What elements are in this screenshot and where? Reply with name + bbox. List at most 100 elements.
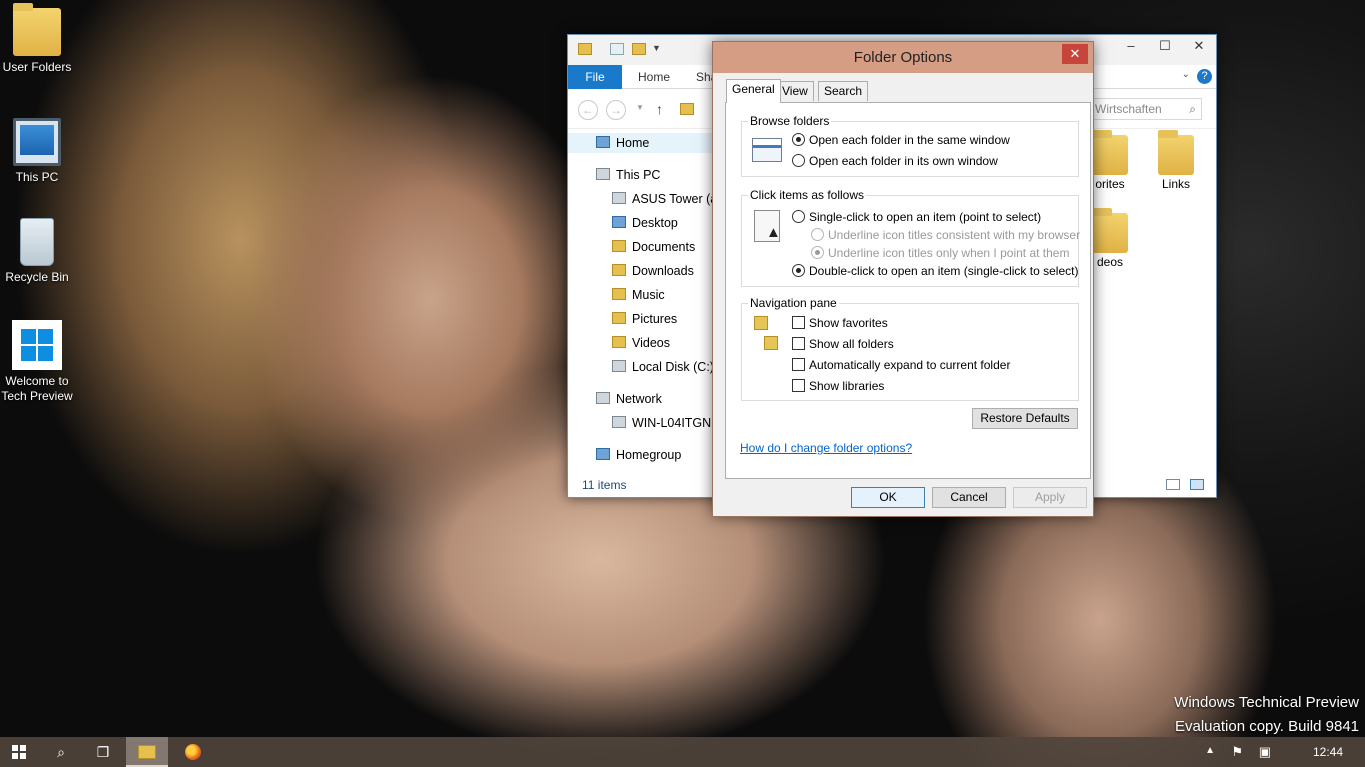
close-icon[interactable]: ✕	[1062, 44, 1088, 64]
homegroup-icon	[596, 448, 610, 460]
nav-home[interactable]: Home	[568, 133, 714, 153]
windows-logo-icon	[12, 320, 62, 370]
nav-network[interactable]: Network	[596, 389, 662, 409]
navigation-pane: Home This PC ASUS Tower (as Desktop Docu…	[568, 131, 723, 471]
up-arrow-icon[interactable]: ↑	[656, 101, 663, 117]
search-input[interactable]: Wirtschaften	[1090, 98, 1202, 120]
new-folder-icon[interactable]	[632, 43, 646, 55]
clock[interactable]: 12:44	[1313, 737, 1343, 767]
links-folder-icon	[1158, 130, 1194, 175]
show-hidden-icons-icon[interactable]: ▲	[1205, 745, 1215, 756]
taskbar-firefox[interactable]	[174, 737, 212, 767]
nav-this-pc[interactable]: This PC	[596, 165, 660, 185]
videos-folder-icon	[1092, 208, 1128, 253]
network-icon	[596, 392, 610, 404]
details-view-icon[interactable]	[1166, 479, 1180, 490]
click-items-title: Click items as follows	[748, 188, 867, 202]
radio-underline-point[interactable]: Underline icon titles only when I point …	[811, 245, 1069, 261]
item-count: 11 items	[582, 478, 627, 492]
task-view-icon: ❐	[96, 744, 110, 760]
windows-logo-icon	[12, 745, 26, 759]
recent-locations-icon[interactable]: ▼	[636, 103, 644, 112]
forward-button[interactable]: →	[606, 100, 626, 120]
taskbar-file-explorer[interactable]	[126, 737, 168, 767]
radio-single-click[interactable]: Single-click to open an item (point to s…	[792, 209, 1041, 225]
nav-desktop[interactable]: Desktop	[612, 213, 678, 233]
radio-same-window[interactable]: Open each folder in the same window	[792, 132, 1010, 148]
help-icon[interactable]: ?	[1197, 69, 1212, 84]
tab-general[interactable]: General	[726, 79, 781, 103]
action-center-flag-icon[interactable]: ⚑	[1231, 744, 1243, 760]
radio-icon	[792, 210, 805, 223]
user-folder-icon	[13, 3, 61, 56]
desktop-icon-label: Welcome to Tech Preview	[1, 374, 73, 403]
checkbox-icon	[792, 379, 805, 392]
click-items-group: Click items as follows ▲ Single-click to…	[741, 188, 1080, 287]
close-button[interactable]: ✕	[1182, 35, 1216, 57]
tab-file[interactable]: File	[568, 65, 622, 89]
navigation-pane-title: Navigation pane	[748, 296, 839, 310]
folder-options-dialog[interactable]: Folder Options ✕ General View Search Bro…	[712, 41, 1094, 517]
maximize-button[interactable]: ☐	[1148, 35, 1182, 57]
firefox-icon	[185, 744, 201, 760]
nav-homegroup[interactable]: Homegroup	[596, 445, 681, 465]
nav-videos[interactable]: Videos	[612, 333, 670, 353]
nav-asus-tower[interactable]: ASUS Tower (as	[612, 189, 723, 209]
checkbox-icon	[792, 316, 805, 329]
content-item-links[interactable]: Links	[1146, 130, 1206, 191]
videos-folder-icon	[612, 336, 626, 348]
nav-win-host[interactable]: WIN-L04ITGNF	[612, 413, 719, 433]
restore-defaults-button[interactable]: Restore Defaults	[972, 408, 1078, 429]
help-link[interactable]: How do I change folder options?	[740, 441, 912, 455]
ribbon-expand-icon[interactable]: ⌄	[1182, 69, 1190, 80]
radio-icon	[792, 154, 805, 167]
checkbox-show-favorites[interactable]: Show favorites	[792, 315, 888, 331]
apply-button[interactable]: Apply	[1013, 487, 1087, 508]
music-folder-icon	[612, 288, 626, 300]
properties-icon[interactable]	[610, 43, 624, 55]
desktop-icon-label: User Folders	[2, 60, 72, 74]
navigation-pane-group: Navigation pane Show favorites Show all …	[741, 296, 1079, 401]
search-icon[interactable]: ⌕	[1189, 102, 1196, 117]
checkbox-icon	[792, 358, 805, 371]
radio-icon	[792, 133, 805, 146]
tab-home[interactable]: Home	[638, 65, 670, 89]
nav-documents[interactable]: Documents	[612, 237, 695, 257]
nav-local-disk[interactable]: Local Disk (C:)	[612, 357, 714, 377]
large-icons-view-icon[interactable]	[1190, 479, 1204, 490]
folder-icon	[578, 43, 592, 55]
nav-pictures[interactable]: Pictures	[612, 309, 677, 329]
back-button[interactable]: ←	[578, 100, 598, 120]
radio-underline-browser[interactable]: Underline icon titles consistent with my…	[811, 227, 1080, 243]
desktop-icon-welcome[interactable]: Welcome to Tech Preview	[0, 320, 74, 404]
radio-own-window[interactable]: Open each folder in its own window	[792, 153, 998, 169]
nav-music[interactable]: Music	[612, 285, 665, 305]
chevron-down-icon[interactable]: ▼	[652, 43, 661, 53]
desktop-icon-recycle-bin[interactable]: Recycle Bin	[0, 218, 74, 285]
tab-view[interactable]: View	[776, 81, 814, 101]
search-button[interactable]: ⌕	[42, 737, 80, 767]
checkbox-show-all-folders[interactable]: Show all folders	[792, 336, 894, 352]
browse-window-icon	[752, 138, 782, 162]
start-button[interactable]	[0, 737, 38, 767]
browse-folders-title: Browse folders	[748, 114, 832, 128]
radio-icon	[811, 246, 824, 259]
desktop-icon-this-pc[interactable]: This PC	[0, 118, 74, 185]
general-tab-panel: Browse folders Open each folder in the s…	[725, 102, 1091, 479]
task-view-button[interactable]: ❐	[84, 737, 122, 767]
ok-button[interactable]: OK	[851, 487, 925, 508]
watermark-line-2: Evaluation copy. Build 9841	[1174, 718, 1359, 735]
desktop-folder-icon	[612, 216, 626, 228]
nav-downloads[interactable]: Downloads	[612, 261, 694, 281]
checkbox-show-libraries[interactable]: Show libraries	[792, 378, 884, 394]
radio-double-click[interactable]: Double-click to open an item (single-cli…	[792, 263, 1078, 279]
downloads-folder-icon	[612, 264, 626, 276]
network-status-icon[interactable]: ▣	[1259, 744, 1271, 760]
cancel-button[interactable]: Cancel	[932, 487, 1006, 508]
desktop-icon-user-folders[interactable]: User Folders	[0, 3, 74, 75]
dialog-title: Folder Options	[713, 42, 1093, 73]
checkbox-auto-expand[interactable]: Automatically expand to current folder	[792, 357, 1010, 373]
checkbox-icon	[792, 337, 805, 350]
minimize-button[interactable]: –	[1114, 35, 1148, 57]
tab-search[interactable]: Search	[818, 81, 869, 101]
